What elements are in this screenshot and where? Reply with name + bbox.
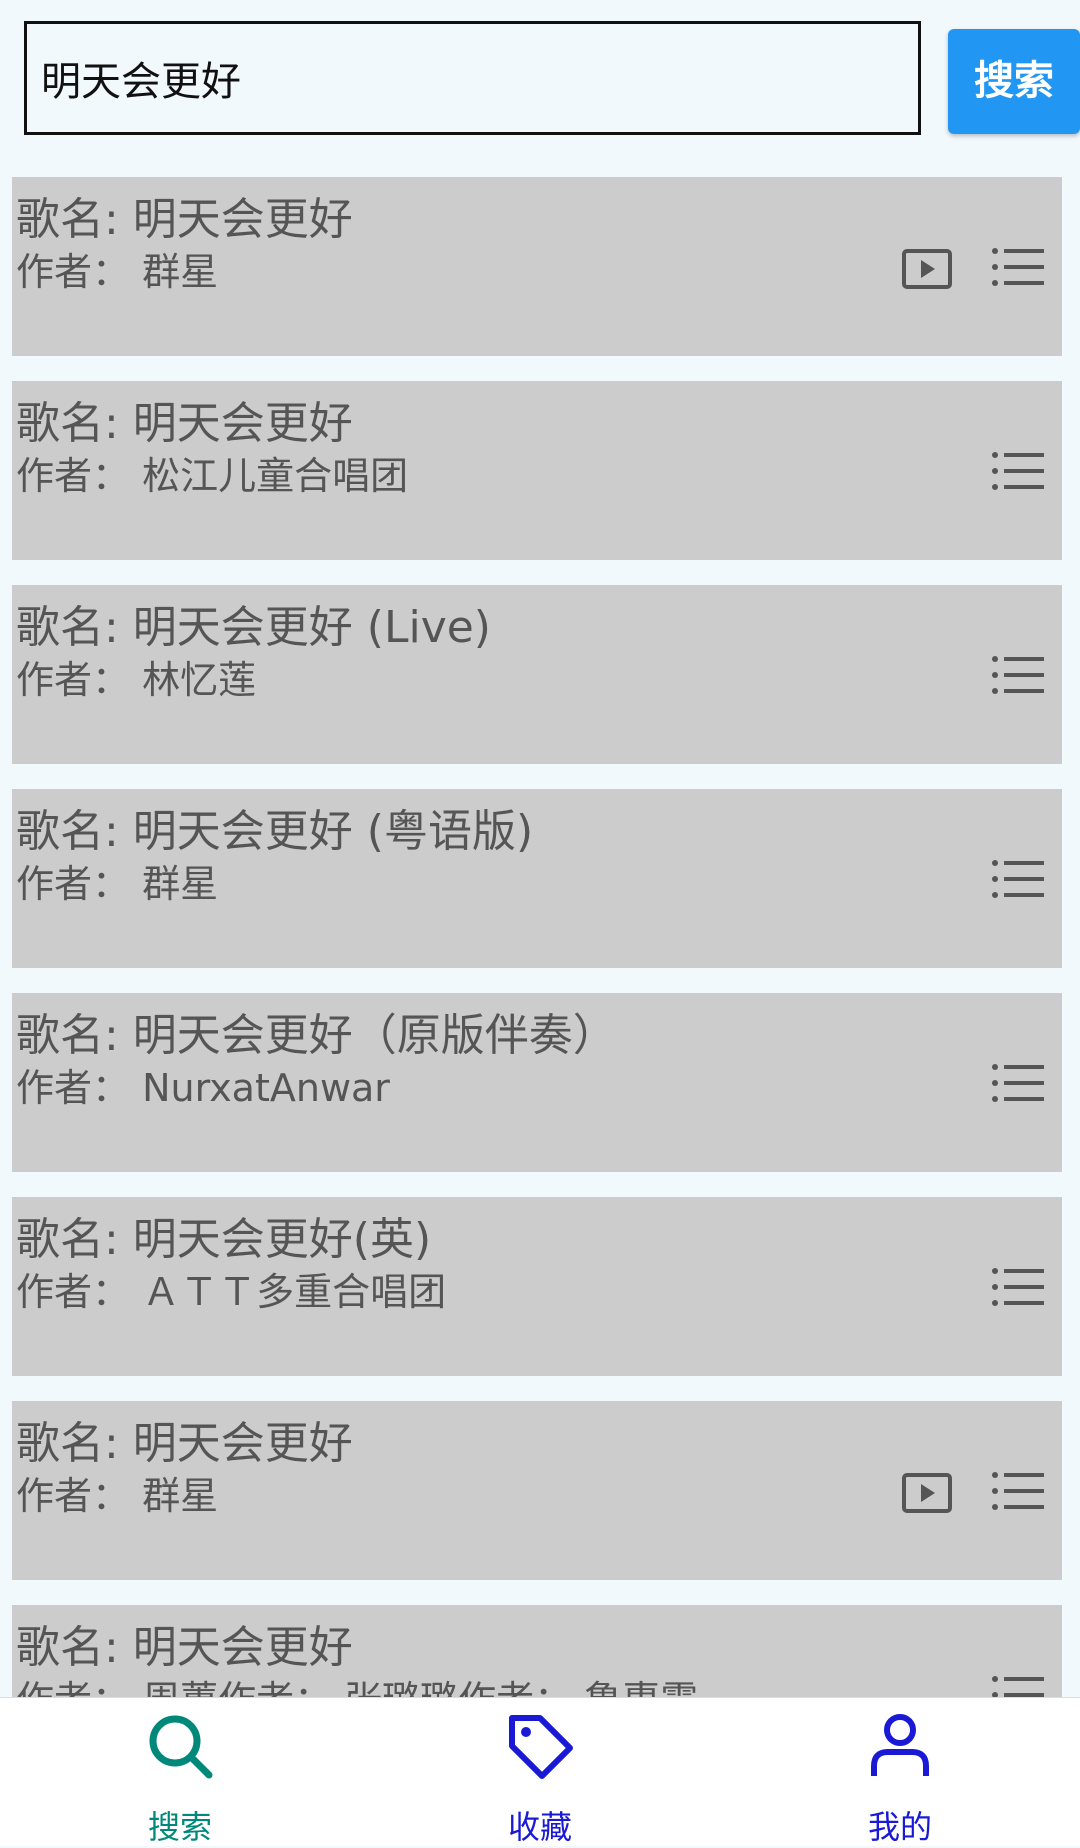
playlist-icon[interactable]: [990, 1469, 1044, 1513]
play-video-icon[interactable]: [902, 249, 952, 289]
song-result-item[interactable]: 歌名: 明天会更好 作者： 周蕙作者： 张璐璐作者： 鲁惠霞: [12, 1605, 1062, 1697]
nav-label: 搜索: [147, 1808, 212, 1846]
playlist-icon[interactable]: [990, 1265, 1044, 1309]
song-title: 歌名: 明天会更好 (粤语版): [16, 806, 534, 857]
playlist-icon[interactable]: [990, 1673, 1044, 1697]
playlist-icon[interactable]: [990, 653, 1044, 697]
nav-item-search[interactable]: 搜索: [80, 1698, 280, 1846]
bottom-nav: 搜索 收藏 我的: [0, 1697, 1080, 1846]
song-result-item[interactable]: 歌名: 明天会更好 作者： 群星: [12, 1401, 1062, 1580]
song-artist: 作者： 林忆莲: [16, 658, 257, 702]
song-artist: 作者： 群星: [16, 250, 219, 294]
search-button[interactable]: 搜索: [948, 29, 1080, 134]
song-title: 歌名: 明天会更好(英): [16, 1214, 432, 1265]
song-artist: 作者： NurxatAnwar: [16, 1066, 390, 1110]
search-icon: [149, 1715, 213, 1779]
playlist-icon[interactable]: [990, 1061, 1044, 1105]
search-input[interactable]: [24, 21, 921, 135]
play-video-icon[interactable]: [902, 1473, 952, 1513]
tag-icon: [509, 1715, 573, 1779]
search-results-list: 歌名: 明天会更好 作者： 群星 歌名: 明天会更好 作者： 松江儿童合唱团 歌…: [0, 0, 1080, 1697]
playlist-icon[interactable]: [990, 245, 1044, 289]
song-artist: 作者： ＡＴＴ多重合唱团: [16, 1270, 447, 1314]
song-title: 歌名: 明天会更好: [16, 398, 353, 449]
song-title: 歌名: 明天会更好（原版伴奏）: [16, 1010, 617, 1061]
song-artist: 作者： 群星: [16, 1474, 219, 1518]
playlist-icon[interactable]: [990, 857, 1044, 901]
playlist-icon[interactable]: [990, 449, 1044, 493]
song-result-item[interactable]: 歌名: 明天会更好（原版伴奏） 作者： NurxatAnwar: [12, 993, 1062, 1172]
nav-label: 我的: [867, 1808, 932, 1846]
song-result-item[interactable]: 歌名: 明天会更好 作者： 松江儿童合唱团: [12, 381, 1062, 560]
song-title: 歌名: 明天会更好 (Live): [16, 602, 491, 653]
song-result-item[interactable]: 歌名: 明天会更好(英) 作者： ＡＴＴ多重合唱团: [12, 1197, 1062, 1376]
person-icon: [871, 1714, 929, 1776]
song-title: 歌名: 明天会更好: [16, 1418, 353, 1469]
song-result-item[interactable]: 歌名: 明天会更好 (粤语版) 作者： 群星: [12, 789, 1062, 968]
nav-item-favorites[interactable]: 收藏: [440, 1698, 640, 1846]
song-title: 歌名: 明天会更好: [16, 194, 353, 245]
song-title: 歌名: 明天会更好: [16, 1622, 353, 1673]
song-artist: 作者： 群星: [16, 862, 219, 906]
nav-item-profile[interactable]: 我的: [800, 1698, 1000, 1846]
song-artist: 作者： 松江儿童合唱团: [16, 454, 409, 498]
song-artist: 作者： 周蕙作者： 张璐璐作者： 鲁惠霞: [16, 1669, 698, 1697]
song-result-item[interactable]: 歌名: 明天会更好 作者： 群星: [12, 177, 1062, 356]
song-result-item[interactable]: 歌名: 明天会更好 (Live) 作者： 林忆莲: [12, 585, 1062, 764]
nav-label: 收藏: [507, 1808, 572, 1846]
